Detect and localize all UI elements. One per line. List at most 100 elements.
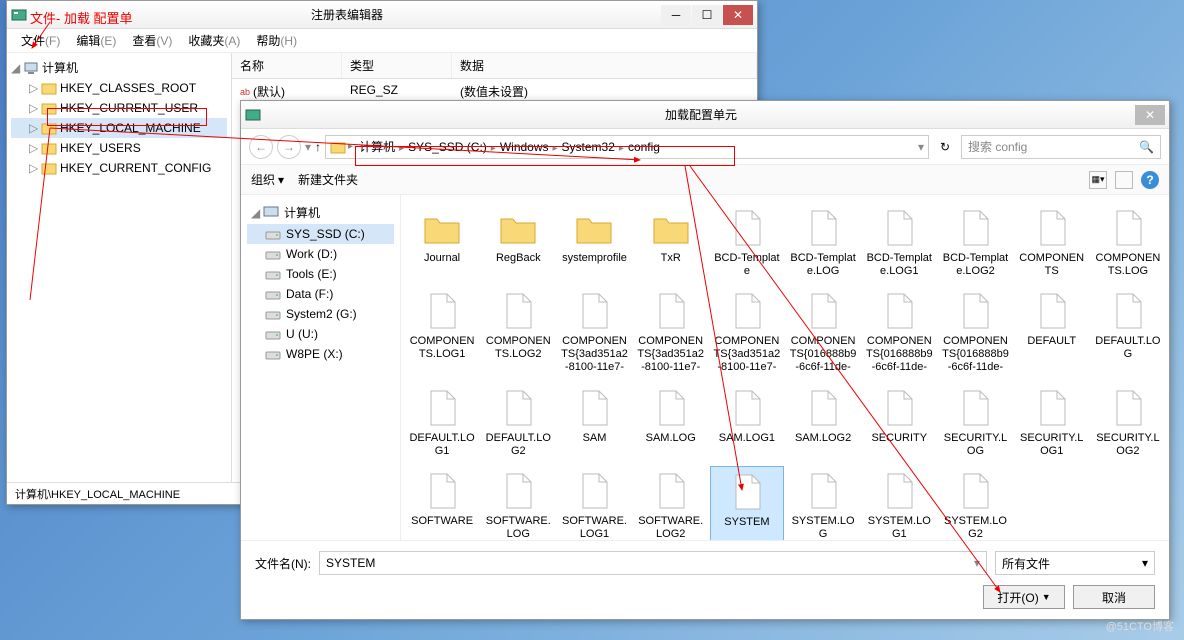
file-item[interactable]: BCD-Template [710,203,784,282]
dialog-title: 加载配置单元 [267,106,1135,123]
dialog-titlebar: 加载配置单元 ✕ [241,101,1169,129]
file-item[interactable]: SYSTEM.LOG [786,466,860,540]
view-button[interactable]: ▦▾ [1089,171,1107,189]
file-item[interactable]: SECURITY.LOG1 [1015,383,1089,462]
new-folder-button[interactable]: 新建文件夹 [298,171,358,188]
file-item[interactable]: SECURITY.LOG2 [1091,383,1165,462]
menu-fav[interactable]: 收藏夹(A) [182,30,246,51]
tree-key[interactable]: ▷HKEY_CLASSES_ROOT [11,78,227,98]
computer-icon [263,206,279,220]
file-item[interactable]: BCD-Template.LOG2 [938,203,1012,282]
cancel-button[interactable]: 取消 [1073,585,1155,609]
file-item[interactable]: SAM.LOG2 [786,383,860,462]
tree-key[interactable]: ▷HKEY_CURRENT_CONFIG [11,158,227,178]
breadcrumb-item[interactable]: Windows [496,140,553,154]
file-item[interactable]: SOFTWARE.LOG1 [557,466,631,540]
back-button[interactable]: ← [249,135,273,159]
file-item[interactable]: COMPONENTS [1015,203,1089,282]
sidebar-drive[interactable]: SYS_SSD (C:) [247,224,394,244]
breadcrumb-item[interactable]: config [624,140,664,154]
tree-key[interactable]: ▷HKEY_LOCAL_MACHINE [11,118,227,138]
file-item[interactable]: SYSTEM [710,466,784,540]
file-item[interactable]: SAM.LOG [634,383,708,462]
menu-edit[interactable]: 编辑(E) [70,30,122,51]
file-item[interactable]: COMPONENTS.LOG [1091,203,1165,282]
dialog-icon [245,107,261,123]
tree-root[interactable]: ◢ 计算机 [11,57,227,78]
open-button[interactable]: 打开(O)▼ [983,585,1065,609]
filename-input[interactable]: SYSTEM▾ [319,551,987,575]
file-item[interactable]: RegBack [481,203,555,282]
file-item[interactable]: COMPONENTS{016888b9-6c6f-11de-8... [862,286,936,379]
sidebar-drive[interactable]: System2 (G:) [247,304,394,324]
filename-label: 文件名(N): [255,555,311,572]
regedit-menu: 文件(F) 编辑(E) 查看(V) 收藏夹(A) 帮助(H) [7,29,757,53]
menu-help[interactable]: 帮助(H) [250,30,303,51]
file-item[interactable]: COMPONENTS{3ad351a2-8100-11e7-8... [634,286,708,379]
file-item[interactable]: SECURITY.LOG [938,383,1012,462]
breadcrumb-item[interactable]: System32 [558,140,619,154]
breadcrumb-item[interactable]: SYS_SSD (C:) [404,140,491,154]
file-item[interactable]: DEFAULT [1015,286,1089,379]
file-item[interactable]: SAM.LOG1 [710,383,784,462]
file-item[interactable]: SOFTWARE [405,466,479,540]
dialog-close-button[interactable]: ✕ [1135,105,1165,125]
file-item[interactable]: COMPONENTS.LOG2 [481,286,555,379]
file-item[interactable]: BCD-Template.LOG [786,203,860,282]
sidebar-computer[interactable]: ◢ 计算机 [247,201,394,224]
preview-button[interactable] [1115,171,1133,189]
file-item[interactable]: COMPONENTS{3ad351a2-8100-11e7-8... [710,286,784,379]
sidebar-drive[interactable]: Data (F:) [247,284,394,304]
registry-tree[interactable]: ◢ 计算机 ▷HKEY_CLASSES_ROOT▷HKEY_CURRENT_US… [7,53,232,482]
watermark: @51CTO博客 [1106,618,1174,634]
regedit-titlebar: 注册表编辑器 ─ ☐ ✕ [7,1,757,29]
file-item[interactable]: DEFAULT.LOG2 [481,383,555,462]
maximize-button[interactable]: ☐ [692,5,722,25]
sidebar-drive[interactable]: Tools (E:) [247,264,394,284]
file-item[interactable]: DEFAULT.LOG1 [405,383,479,462]
menu-view[interactable]: 查看(V) [126,30,178,51]
file-item[interactable]: COMPONENTS{016888b9-6c6f-11de-8... [938,286,1012,379]
regedit-title: 注册表编辑器 [33,6,661,23]
up-button[interactable]: ↑ [315,140,321,154]
tree-key[interactable]: ▷HKEY_CURRENT_USER [11,98,227,118]
file-item[interactable]: TxR [634,203,708,282]
dialog-footer: 文件名(N): SYSTEM▾ 所有文件▾ 打开(O)▼ 取消 [241,540,1169,619]
file-item[interactable]: SOFTWARE.LOG [481,466,555,540]
sidebar-drive[interactable]: W8PE (X:) [247,344,394,364]
sidebar-drive[interactable]: U (U:) [247,324,394,344]
file-item[interactable]: COMPONENTS{016888b9-6c6f-11de-8... [786,286,860,379]
breadcrumb[interactable]: ▸ 计算机▸SYS_SSD (C:)▸Windows▸System32▸conf… [325,135,929,159]
file-dialog: 加载配置单元 ✕ ← → ▾ ↑ ▸ 计算机▸SYS_SSD (C:)▸Wind… [240,100,1170,620]
sidebar: ◢ 计算机 SYS_SSD (C:)Work (D:)Tools (E:)Dat… [241,195,401,540]
col-data[interactable]: 数据 [452,53,757,78]
file-item[interactable]: SYSTEM.LOG2 [938,466,1012,540]
refresh-button[interactable]: ↻ [933,135,957,159]
file-item[interactable]: Journal [405,203,479,282]
file-item[interactable]: SOFTWARE.LOG2 [634,466,708,540]
file-item[interactable]: COMPONENTS{3ad351a2-8100-11e7-8... [557,286,631,379]
close-button[interactable]: ✕ [723,5,753,25]
organize-button[interactable]: 组织 ▾ [251,171,284,188]
sidebar-drive[interactable]: Work (D:) [247,244,394,264]
forward-button[interactable]: → [277,135,301,159]
col-type[interactable]: 类型 [342,53,452,78]
col-name[interactable]: 名称 [232,53,342,78]
menu-file[interactable]: 文件(F) [15,30,66,51]
file-item[interactable]: COMPONENTS.LOG1 [405,286,479,379]
help-button[interactable]: ? [1141,171,1159,189]
filter-select[interactable]: 所有文件▾ [995,551,1155,575]
file-item[interactable]: BCD-Template.LOG1 [862,203,936,282]
search-input[interactable]: 搜索 config 🔍 [961,135,1161,159]
tree-key[interactable]: ▷HKEY_USERS [11,138,227,158]
minimize-button[interactable]: ─ [661,5,691,25]
nav-bar: ← → ▾ ↑ ▸ 计算机▸SYS_SSD (C:)▸Windows▸Syste… [241,129,1169,165]
file-item[interactable]: SYSTEM.LOG1 [862,466,936,540]
file-item[interactable]: systemprofile [557,203,631,282]
file-item[interactable]: DEFAULT.LOG [1091,286,1165,379]
folder-icon [330,139,346,155]
file-grid[interactable]: JournalRegBacksystemprofileTxRBCD-Templa… [401,195,1169,540]
file-item[interactable]: SAM [557,383,631,462]
file-item[interactable]: SECURITY [862,383,936,462]
breadcrumb-item[interactable]: 计算机 [355,140,399,154]
